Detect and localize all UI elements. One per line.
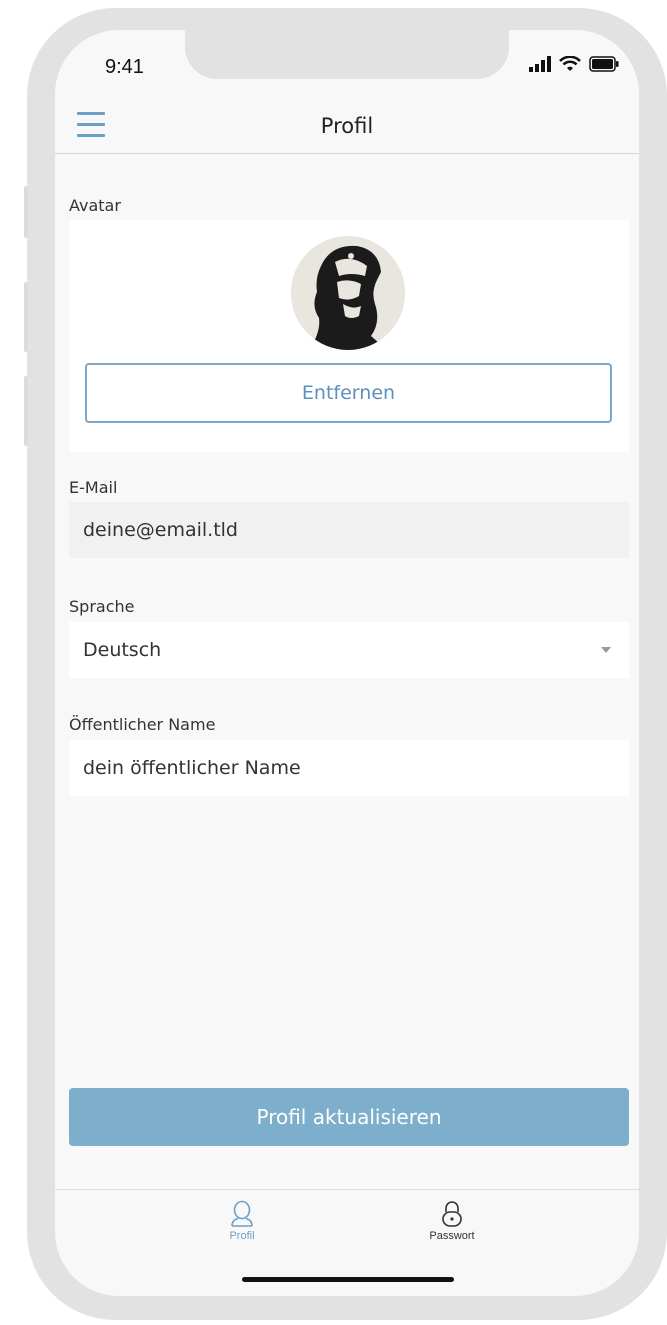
battery-icon: [589, 56, 619, 72]
side-button-volume-up: [24, 282, 28, 352]
public-name-input[interactable]: dein öffentlicher Name: [69, 740, 629, 796]
tab-bar: Profil Passwort: [55, 1189, 639, 1269]
language-selected-value: Deutsch: [83, 639, 162, 661]
notch: [185, 30, 509, 79]
device-screen: 9:41 Profil Avatar Entfernen E-Mail dein…: [55, 30, 639, 1296]
remove-avatar-button[interactable]: Entfernen: [85, 363, 612, 423]
avatar-card: Entfernen: [69, 220, 629, 452]
home-indicator: [242, 1277, 454, 1282]
wifi-icon: [559, 56, 581, 71]
tab-profile-label: Profil: [229, 1230, 255, 1242]
email-field: deine@email.tld: [69, 502, 629, 558]
tab-password[interactable]: Passwort: [392, 1200, 512, 1242]
chevron-down-icon: [601, 647, 611, 653]
side-button-silent: [24, 186, 28, 238]
page-title: Profil: [320, 114, 374, 138]
avatar: [291, 236, 405, 350]
tab-password-label: Passwort: [429, 1230, 475, 1242]
nav-bar: Profil: [55, 100, 639, 154]
avatar-label: Avatar: [69, 196, 121, 215]
email-label: E-Mail: [69, 478, 118, 497]
language-select[interactable]: Deutsch: [69, 622, 629, 678]
public-name-label: Öffentlicher Name: [69, 715, 216, 734]
lock-icon: [442, 1201, 462, 1227]
signal-icon: [529, 56, 551, 72]
user-icon: [231, 1200, 253, 1227]
avatar-portrait-icon: [291, 236, 405, 350]
status-time: 9:41: [105, 56, 144, 78]
tab-profile[interactable]: Profil: [182, 1200, 302, 1242]
update-profile-button[interactable]: Profil aktualisieren: [69, 1088, 629, 1146]
language-label: Sprache: [69, 597, 135, 616]
side-button-volume-down: [24, 376, 28, 446]
